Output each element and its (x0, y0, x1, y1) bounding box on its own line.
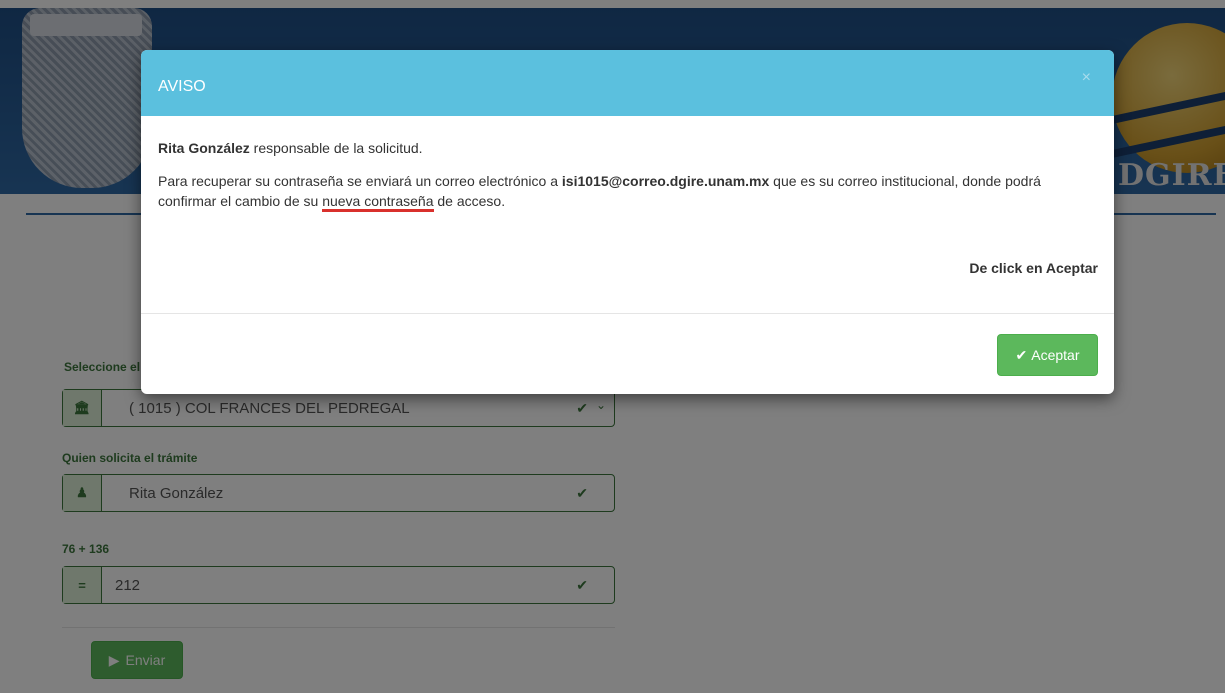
responsible-text: responsable de la solicitud. (249, 140, 423, 156)
recovery-text-3: de acceso. (433, 193, 506, 209)
accept-button-label: Aceptar (1031, 347, 1080, 363)
check-icon: ✔ (1015, 346, 1028, 363)
click-accept-instruction: De click en Aceptar (969, 260, 1098, 276)
recovery-message: Para recuperar su contraseña se enviará … (158, 171, 1098, 212)
notice-modal: AVISO × Rita González responsable de la … (141, 50, 1114, 394)
recovery-text-1: Para recuperar su contraseña se enviará … (158, 173, 562, 189)
modal-footer-divider (141, 313, 1114, 314)
modal-header: AVISO × (141, 50, 1114, 116)
modal-title: AVISO (158, 78, 206, 95)
institutional-email: isi1015@correo.dgire.unam.mx (561, 173, 770, 189)
accept-button[interactable]: ✔ Aceptar (997, 334, 1098, 376)
responsible-line: Rita González responsable de la solicitu… (158, 138, 1098, 158)
close-icon[interactable]: × (1076, 68, 1097, 88)
modal-body: Rita González responsable de la solicitu… (158, 138, 1098, 224)
highlighted-new-password: nueva contraseña (322, 193, 434, 212)
responsible-name: Rita González (158, 140, 250, 156)
